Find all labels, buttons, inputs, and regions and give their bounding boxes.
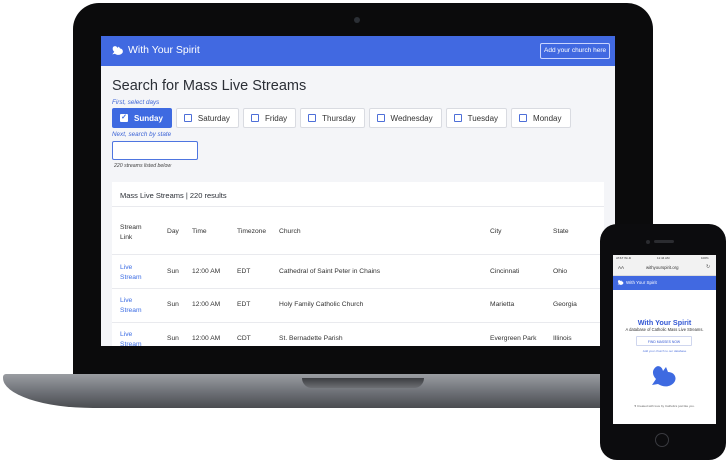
results-header: Mass Live Streams | 220 results (120, 191, 227, 200)
day-toggle-monday[interactable]: Monday (511, 108, 571, 128)
day-label: Wednesday (390, 113, 433, 123)
hero-title: With Your Spirit (637, 318, 692, 327)
day-toggle-thursday[interactable]: Thursday (300, 108, 365, 128)
cell-city: Evergreen Park (490, 335, 537, 342)
day-label: Sunday (134, 113, 163, 123)
phone-speaker (654, 240, 674, 243)
stream-link[interactable]: Live Stream (120, 296, 144, 316)
column-header-time: Time (192, 228, 207, 235)
status-time: 11:44 AM (657, 256, 670, 260)
page-title: Search for Mass Live Streams (112, 78, 307, 94)
stream-link[interactable]: Live Stream (120, 263, 144, 283)
cell-city: Marietta (490, 301, 515, 308)
checkbox-icon (453, 114, 462, 122)
column-header-city: City (490, 228, 502, 235)
cell-church: Cathedral of Saint Peter in Chains (279, 268, 381, 275)
checkbox-icon (376, 114, 385, 122)
phone-camera (646, 240, 650, 244)
cell-church: Holy Family Catholic Church (279, 301, 364, 308)
cell-state: Illinois (553, 335, 572, 342)
column-header-day: Day (167, 228, 179, 235)
laptop-camera (354, 17, 360, 23)
address-bar[interactable]: AA withyourspirit.org ↻ (613, 261, 716, 276)
checkbox-icon (183, 114, 192, 122)
results-card: Mass Live Streams | 220 results Stream L… (112, 182, 604, 346)
add-church-button[interactable]: Add your church here (540, 43, 611, 59)
add-church-link[interactable]: Add your church to our database (613, 349, 716, 353)
day-label: Thursday (322, 113, 356, 123)
column-header-state: State (553, 228, 569, 235)
day-label: Friday (264, 113, 288, 123)
dove-icon (112, 46, 123, 55)
divider (112, 322, 604, 323)
cell-time: 12:00 AM (192, 301, 221, 308)
day-toggle-friday[interactable]: Friday (242, 108, 297, 128)
checkbox-icon (250, 114, 259, 122)
checkbox-icon (308, 114, 317, 122)
column-header-stream-link: Stream Link (120, 224, 142, 241)
dove-icon (652, 366, 676, 387)
footer-text: Created with love by Catholics just like… (636, 404, 695, 408)
divider (112, 206, 604, 207)
cell-timezone: EDT (237, 301, 251, 308)
column-header-timezone: Timezone (237, 228, 267, 235)
phone-home-button (655, 433, 669, 447)
cell-city: Cincinnati (490, 268, 520, 275)
cell-day: Sun (167, 335, 179, 342)
checkbox-icon: ✓ (120, 114, 128, 122)
divider (112, 254, 604, 255)
mobile-site-title[interactable]: With Your Spirit (626, 280, 657, 285)
find-masses-button[interactable]: FIND MASSES NOW (636, 336, 692, 346)
day-label: Tuesday (467, 113, 499, 123)
battery-label: 100% (701, 256, 709, 260)
cell-day: Sun (167, 268, 179, 275)
state-hint: Next, search by state (112, 131, 172, 138)
reader-mode-button[interactable]: AA (618, 265, 624, 270)
stream-link[interactable]: Live Stream (120, 330, 144, 346)
reload-icon[interactable]: ↻ (706, 264, 710, 270)
cell-day: Sun (167, 301, 179, 308)
day-toggle-tuesday[interactable]: Tuesday (445, 108, 508, 128)
streams-count-note: 220 streams listed below (114, 163, 172, 169)
cell-timezone: EDT (237, 268, 251, 275)
mobile-footer: ♥ Created with love by Catholics just li… (613, 404, 716, 408)
day-toggle-sunday[interactable]: ✓ Sunday (112, 108, 172, 128)
day-toggle-saturday[interactable]: Saturday (175, 108, 239, 128)
day-toggle-wednesday[interactable]: Wednesday (368, 108, 442, 128)
mobile-navbar: With Your Spirit (613, 276, 716, 290)
url-text[interactable]: withyourspirit.org (646, 265, 678, 270)
checkbox-icon (519, 114, 528, 122)
site-title[interactable]: With Your Spirit (128, 44, 200, 56)
state-search-input[interactable] (112, 141, 198, 160)
cell-time: 12:00 AM (192, 335, 221, 342)
cell-time: 12:00 AM (192, 268, 221, 275)
day-label: Saturday (197, 113, 230, 123)
cell-state: Ohio (553, 268, 568, 275)
cell-state: Georgia (553, 301, 577, 308)
column-header-church: Church (279, 228, 301, 235)
hero-subtitle: A database of Catholic Mass Live Streams… (625, 327, 704, 332)
laptop-notch (302, 378, 424, 388)
cell-church: St. Bernadette Parish (279, 335, 343, 342)
carrier-label: AT&T Wi-Fi (616, 256, 632, 260)
day-label: Monday (533, 113, 562, 123)
mobile-site: AT&T Wi-Fi 11:44 AM 100% AA withyourspir… (613, 255, 716, 424)
days-hint: First, select days (112, 99, 160, 106)
divider (112, 288, 604, 289)
day-filter-group: ✓ Sunday Saturday Friday Thursday Wednes… (112, 108, 571, 128)
cell-timezone: CDT (237, 335, 251, 342)
desktop-site: With Your Spirit Add your church here Se… (101, 36, 615, 346)
site-navbar: With Your Spirit Add your church here (101, 36, 615, 66)
dove-icon (617, 280, 624, 285)
